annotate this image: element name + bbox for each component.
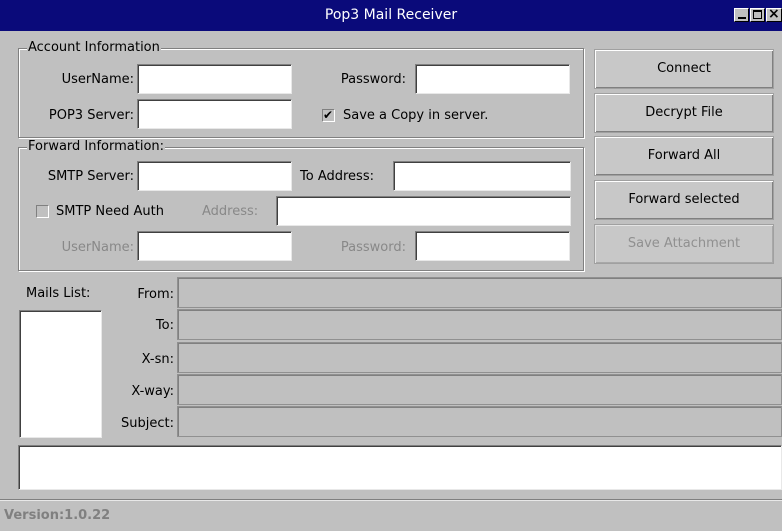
subject-field (177, 406, 782, 437)
mails-list-label: Mails List: (26, 286, 91, 301)
account-information-legend: Account Information (27, 40, 161, 55)
maximize-button[interactable] (750, 8, 765, 22)
close-icon: × (768, 6, 780, 22)
subject-label: Subject: (121, 416, 174, 431)
checkmark-icon: ✔ (323, 108, 334, 122)
xway-field (177, 374, 782, 405)
smtp-need-auth-checkbox[interactable] (36, 205, 49, 218)
smtp-server-label: SMTP Server: (47, 169, 134, 184)
forward-information-legend: Forward Information: (27, 139, 166, 154)
decrypt-file-button[interactable]: Decrypt File (594, 93, 774, 133)
forward-all-button[interactable]: Forward All (594, 136, 774, 176)
minimize-button[interactable] (734, 8, 749, 22)
auth-password-input[interactable] (415, 231, 570, 261)
xsn-label: X-sn: (141, 352, 174, 367)
auth-username-input[interactable] (137, 231, 292, 261)
from-label: From: (137, 287, 174, 302)
minimize-icon (738, 17, 746, 19)
pop3-server-label: POP3 Server: (48, 108, 134, 123)
title-bar[interactable]: Pop3 Mail Receiver × (0, 0, 782, 31)
auth-username-label: UserName: (61, 240, 134, 255)
auth-address-label: Address: (202, 204, 259, 219)
close-button[interactable]: × (766, 6, 782, 22)
to-address-label: To Address: (300, 169, 374, 184)
window-title: Pop3 Mail Receiver (324, 7, 458, 23)
maximize-icon (753, 10, 762, 19)
save-copy-checkbox[interactable]: ✔ (322, 108, 335, 122)
to-address-input[interactable] (393, 161, 571, 191)
message-area[interactable] (18, 445, 782, 490)
mails-list[interactable] (19, 310, 102, 438)
forward-selected-button[interactable]: Forward selected (594, 180, 774, 220)
save-copy-label: Save a Copy in server. (343, 108, 489, 123)
username-label: UserName: (61, 72, 134, 87)
pop3-server-input[interactable] (137, 99, 292, 129)
to-label: To: (155, 318, 174, 333)
password-label: Password: (340, 72, 406, 87)
password-input[interactable] (415, 64, 570, 94)
auth-address-input[interactable] (276, 196, 571, 226)
smtp-need-auth-label: SMTP Need Auth (56, 204, 164, 219)
username-input[interactable] (137, 64, 292, 94)
save-attachment-button[interactable]: Save Attachment (594, 224, 774, 264)
xway-label: X-way: (131, 384, 174, 399)
connect-button[interactable]: Connect (594, 49, 774, 89)
auth-password-label: Password: (340, 240, 406, 255)
version-label: Version:1.0.22 (4, 508, 111, 523)
smtp-server-input[interactable] (137, 161, 292, 191)
xsn-field (177, 342, 782, 373)
to-field (177, 309, 782, 340)
from-field (177, 277, 782, 308)
status-bar: Version:1.0.22 (0, 499, 782, 531)
